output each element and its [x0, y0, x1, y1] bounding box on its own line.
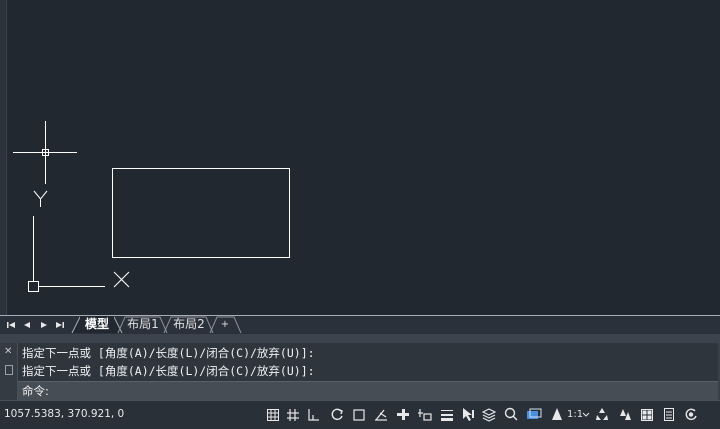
lineweight-icon[interactable]	[440, 407, 454, 422]
chevron-down-icon[interactable]	[582, 407, 596, 422]
tab-layout1[interactable]: 布局1	[123, 316, 163, 333]
history-line: 指定下一点或 [角度(A)/长度(L)/闭合(C)/放弃(U)]:	[22, 346, 315, 360]
workspace-icon[interactable]	[526, 407, 542, 422]
ortho-icon[interactable]	[306, 407, 320, 422]
polar-icon[interactable]	[330, 407, 344, 422]
command-input[interactable]	[62, 383, 706, 401]
tab-layout2[interactable]: 布局2	[169, 316, 209, 333]
dynamic-input-icon[interactable]	[418, 407, 432, 422]
annotation-scale-icon[interactable]	[595, 407, 609, 422]
selection-cycling-icon[interactable]	[461, 407, 475, 422]
drawing-canvas[interactable]	[0, 0, 720, 315]
drawing-svg[interactable]	[0, 0, 720, 315]
command-input-row[interactable]: 命令:	[18, 381, 718, 401]
layout-tab-bar: 模型 布局1 布局2 +	[0, 315, 720, 335]
layers-icon[interactable]	[482, 407, 496, 422]
ucs-icon	[28, 190, 130, 292]
otrack-icon[interactable]	[374, 407, 388, 422]
history-line: 指定下一点或 [角度(A)/长度(L)/闭合(C)/放弃(U)]:	[22, 364, 315, 378]
command-prompt: 命令:	[22, 384, 49, 398]
osnap-icon[interactable]	[352, 407, 366, 422]
command-history: 指定下一点或 [角度(A)/长度(L)/闭合(C)/放弃(U)]: 指定下一点或…	[18, 343, 718, 381]
zoom-icon[interactable]	[504, 407, 518, 422]
close-icon[interactable]: ✕	[4, 347, 12, 357]
status-bar: 1057.5383, 370.921, 0 1:1	[0, 400, 720, 429]
auto-scale-icon[interactable]	[618, 407, 632, 422]
quick-properties-icon[interactable]	[662, 407, 676, 422]
annotation-visibility-icon[interactable]	[550, 407, 564, 422]
coordinate-readout[interactable]: 1057.5383, 370.921, 0	[4, 406, 124, 422]
hardware-accel-icon[interactable]	[640, 407, 654, 422]
command-line-panel: ✕ 指定下一点或 [角度(A)/长度(L)/闭合(C)/放弃(U)]: 指定下一…	[0, 343, 720, 401]
dynamic-ucs-icon[interactable]	[396, 407, 410, 422]
grid-icon[interactable]	[266, 407, 280, 422]
pin-icon[interactable]	[5, 365, 13, 375]
annotation-scale-dropdown[interactable]: 1:1	[567, 407, 583, 422]
crosshair-cursor	[13, 121, 77, 184]
drawn-rectangle[interactable]	[112, 168, 290, 258]
snap-icon[interactable]	[286, 407, 300, 422]
command-line-handle[interactable]: ✕	[0, 343, 18, 400]
add-layout-button[interactable]: +	[217, 316, 233, 333]
customize-icon[interactable]	[684, 407, 698, 422]
panel-separator	[0, 334, 720, 343]
ucs-y-label	[33, 190, 48, 200]
tab-model[interactable]: 模型	[80, 316, 114, 333]
